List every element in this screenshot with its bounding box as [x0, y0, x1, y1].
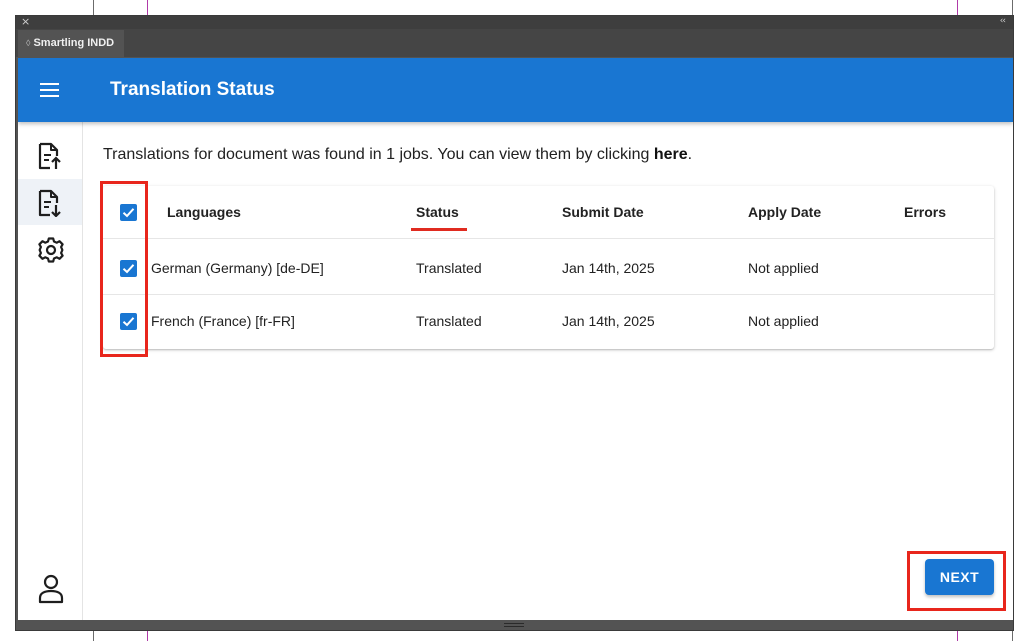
resize-grip-icon[interactable]: [504, 623, 524, 627]
status-highlight-underline: [411, 228, 467, 231]
column-header-languages[interactable]: Languages: [167, 186, 241, 239]
table-row: German (Germany) [de-DE] Translated Jan …: [103, 242, 994, 295]
intro-text: Translations for document was found in 1…: [103, 145, 692, 165]
page-title: Translation Status: [110, 79, 275, 100]
sidebar-item-settings[interactable]: [18, 226, 82, 272]
sidebar: [18, 122, 83, 621]
column-header-errors[interactable]: Errors: [904, 186, 946, 239]
table-row: French (France) [fr-FR] Translated Jan 1…: [103, 295, 994, 348]
sidebar-item-user[interactable]: [18, 574, 82, 608]
check-icon: [122, 317, 135, 327]
panel-tab-smartling[interactable]: ◊ Smartling INDD: [18, 30, 125, 57]
language-cell: French (France) [fr-FR]: [151, 313, 295, 329]
status-cell: Translated: [416, 260, 482, 276]
panel-tab-label: Smartling INDD: [33, 37, 115, 49]
select-all-checkbox[interactable]: [120, 204, 137, 221]
sidebar-item-upload[interactable]: [18, 132, 82, 178]
document-upload-icon: [38, 142, 61, 170]
status-cell: Translated: [416, 313, 482, 329]
next-button[interactable]: NEXT: [925, 559, 994, 595]
sidebar-item-download[interactable]: [18, 179, 82, 225]
close-icon[interactable]: ×: [21, 15, 30, 28]
intro-message: Translations for document was found in 1…: [103, 146, 654, 163]
plugin-app: Translation Status Translations for docu…: [18, 58, 1013, 621]
submit-date-cell: Jan 14th, 2025: [562, 260, 655, 276]
translations-table: Languages Status Submit Date Apply Date …: [103, 186, 994, 349]
check-icon: [122, 264, 135, 274]
column-header-apply-date[interactable]: Apply Date: [748, 186, 821, 239]
panel-resize-bar[interactable]: [16, 620, 1013, 630]
apply-date-cell: Not applied: [748, 313, 819, 329]
language-cell: German (Germany) [de-DE]: [151, 260, 324, 276]
apply-date-cell: Not applied: [748, 260, 819, 276]
gear-icon: [38, 237, 64, 263]
row-checkbox[interactable]: [120, 260, 137, 277]
column-header-status[interactable]: Status: [416, 186, 459, 239]
row-checkbox[interactable]: [120, 313, 137, 330]
jobs-link[interactable]: here: [654, 146, 688, 163]
panel-tab-bar: ◊ Smartling INDD: [16, 29, 1013, 57]
grip-icon: ◊: [26, 38, 31, 48]
document-download-icon: [38, 189, 61, 217]
column-header-submit-date[interactable]: Submit Date: [562, 186, 644, 239]
hamburger-menu-icon[interactable]: [38, 78, 62, 102]
table-header-row: Languages Status Submit Date Apply Date …: [103, 186, 994, 239]
collapse-icon[interactable]: ‹‹: [1000, 15, 1006, 28]
user-icon: [38, 574, 64, 604]
intro-end: .: [687, 146, 693, 163]
submit-date-cell: Jan 14th, 2025: [562, 313, 655, 329]
app-bar: Translation Status: [18, 58, 1013, 122]
panel-title-bar[interactable]: × ‹‹: [16, 15, 1013, 29]
check-icon: [122, 208, 135, 218]
main-content: Translations for document was found in 1…: [84, 122, 1013, 621]
smartling-panel: × ‹‹ ◊Smartling INDD Translation Status: [15, 15, 1014, 631]
